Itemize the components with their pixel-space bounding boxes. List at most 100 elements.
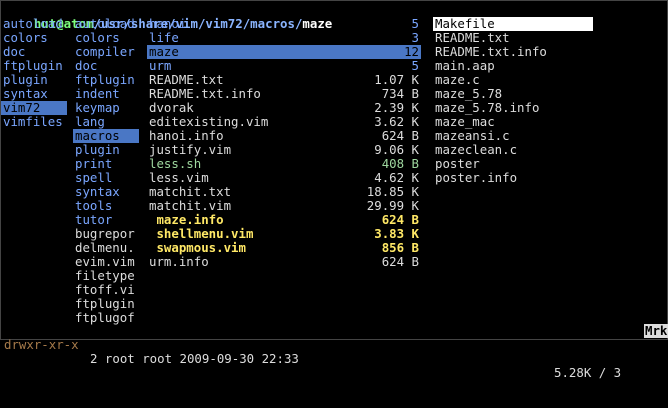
- item-name: colors: [3, 30, 48, 45]
- col1-item[interactable]: doc: [1, 45, 67, 59]
- col2-item[interactable]: ftplugin: [73, 297, 139, 311]
- col3-item[interactable]: less.sh 408 B: [147, 157, 421, 171]
- item-name: ftplugin: [75, 296, 135, 311]
- col1-item[interactable]: autoload: [1, 17, 67, 31]
- item-size: 18.85 K: [366, 184, 419, 199]
- col2-item[interactable]: delmenu.: [73, 241, 139, 255]
- item-name: maze_5.78.info: [435, 100, 540, 115]
- item-name: hanoi: [149, 16, 187, 31]
- item-name: README.txt: [149, 72, 224, 87]
- col1-item[interactable]: plugin: [1, 73, 67, 87]
- col3-item[interactable]: life 3: [147, 31, 421, 45]
- item-name: autoload: [75, 16, 135, 31]
- item-name: poster.info: [435, 170, 518, 185]
- item-name: poster: [435, 156, 480, 171]
- col4-item[interactable]: README.txt: [433, 31, 593, 45]
- col2-item[interactable]: lang: [73, 115, 139, 129]
- current-column: hanoi 5 life 3 maze 12 urm 5 README.txt 1.07 K REA…: [147, 17, 421, 269]
- item-size: 734 B: [381, 86, 419, 101]
- col3-item[interactable]: README.txt.info 734 B: [147, 87, 421, 101]
- col4-item[interactable]: maze_mac: [433, 115, 593, 129]
- col2-item[interactable]: bugrepor: [73, 227, 139, 241]
- col3-item[interactable]: justify.vim 9.06 K: [147, 143, 421, 157]
- item-size: 3: [411, 30, 419, 45]
- item-name: ftplugin: [75, 72, 135, 87]
- col4-item[interactable]: README.txt.info: [433, 45, 593, 59]
- item-name: macros: [75, 128, 120, 143]
- item-name: ftplugin: [3, 58, 63, 73]
- col2-item[interactable]: colors: [73, 31, 139, 45]
- col2-item[interactable]: spell: [73, 171, 139, 185]
- item-size: 3.62 K: [374, 114, 419, 129]
- item-name: vimfiles: [3, 114, 63, 129]
- col2-item[interactable]: tutor: [73, 213, 139, 227]
- col4-item[interactable]: poster: [433, 157, 593, 171]
- item-name: spell: [75, 170, 113, 185]
- col3-item[interactable]: hanoi 5: [147, 17, 421, 31]
- col4-item[interactable]: poster.info: [433, 171, 593, 185]
- col4-item[interactable]: main.aap: [433, 59, 593, 73]
- col1-item[interactable]: vimfiles: [1, 115, 67, 129]
- col2-item[interactable]: ftoff.vi: [73, 283, 139, 297]
- col1-item[interactable]: colors: [1, 31, 67, 45]
- col2-item[interactable]: print: [73, 157, 139, 171]
- item-name: swapmous.vim: [149, 240, 246, 255]
- col2-item[interactable]: macros: [73, 129, 139, 143]
- item-name: maze_mac: [435, 114, 495, 129]
- item-name: urm.info: [149, 254, 209, 269]
- col2-item[interactable]: filetype: [73, 269, 139, 283]
- col3-item[interactable]: editexisting.vim 3.62 K: [147, 115, 421, 129]
- col2-item[interactable]: compiler: [73, 45, 139, 59]
- col3-item[interactable]: urm.info 624 B: [147, 255, 421, 269]
- col3-item[interactable]: dvorak 2.39 K: [147, 101, 421, 115]
- item-name: filetype: [75, 268, 135, 283]
- col3-item[interactable]: shellmenu.vim 3.83 K: [147, 227, 421, 241]
- position-info: 5.28K / 3: [554, 365, 622, 380]
- item-name: maze.info: [149, 212, 224, 227]
- col1-item[interactable]: ftplugin: [1, 59, 67, 73]
- item-name: Makefile: [435, 16, 495, 31]
- col3-item[interactable]: urm 5: [147, 59, 421, 73]
- col3-item[interactable]: README.txt 1.07 K: [147, 73, 421, 87]
- col4-item[interactable]: mazeansi.c: [433, 129, 593, 143]
- file-permissions: drwxr-xr-x: [4, 337, 79, 352]
- item-size: 9.06 K: [374, 142, 419, 157]
- col2-item[interactable]: ftplugin: [73, 73, 139, 87]
- col2-item[interactable]: plugin: [73, 143, 139, 157]
- col2-item[interactable]: indent: [73, 87, 139, 101]
- col2-item[interactable]: syntax: [73, 185, 139, 199]
- item-name: maze.c: [435, 72, 480, 87]
- col2-item[interactable]: autoload: [73, 17, 139, 31]
- item-name: matchit.vim: [149, 198, 232, 213]
- col3-item[interactable]: maze.info 624 B: [147, 213, 421, 227]
- col3-item[interactable]: less.vim 4.62 K: [147, 171, 421, 185]
- col4-item[interactable]: Makefile: [433, 17, 593, 31]
- col4-item[interactable]: maze_5.78: [433, 87, 593, 101]
- col1-item[interactable]: syntax: [1, 87, 67, 101]
- col2-item[interactable]: doc: [73, 59, 139, 73]
- item-name: less.vim: [149, 170, 209, 185]
- item-name: plugin: [75, 142, 120, 157]
- item-name: urm: [149, 58, 172, 73]
- col2-item[interactable]: evim.vim: [73, 255, 139, 269]
- col3-item[interactable]: maze 12: [147, 45, 421, 59]
- col2-item[interactable]: tools: [73, 199, 139, 213]
- col4-item[interactable]: maze_5.78.info: [433, 101, 593, 115]
- item-name: doc: [3, 44, 26, 59]
- col1-item[interactable]: vim72: [1, 101, 67, 115]
- item-size: 624 B: [381, 254, 419, 269]
- col4-item[interactable]: maze.c: [433, 73, 593, 87]
- item-name: mazeclean.c: [435, 142, 518, 157]
- item-name: lang: [75, 114, 105, 129]
- item-name: bugrepor: [75, 226, 135, 241]
- item-name: ftplugof: [75, 310, 135, 325]
- col2-item[interactable]: ftplugof: [73, 311, 139, 325]
- col3-item[interactable]: swapmous.vim 856 B: [147, 241, 421, 255]
- col2-item[interactable]: keymap: [73, 101, 139, 115]
- item-name: main.aap: [435, 58, 495, 73]
- col3-item[interactable]: matchit.txt 18.85 K: [147, 185, 421, 199]
- col3-item[interactable]: matchit.vim 29.99 K: [147, 199, 421, 213]
- item-size: 29.99 K: [366, 198, 419, 213]
- col4-item[interactable]: mazeclean.c: [433, 143, 593, 157]
- col3-item[interactable]: hanoi.info 624 B: [147, 129, 421, 143]
